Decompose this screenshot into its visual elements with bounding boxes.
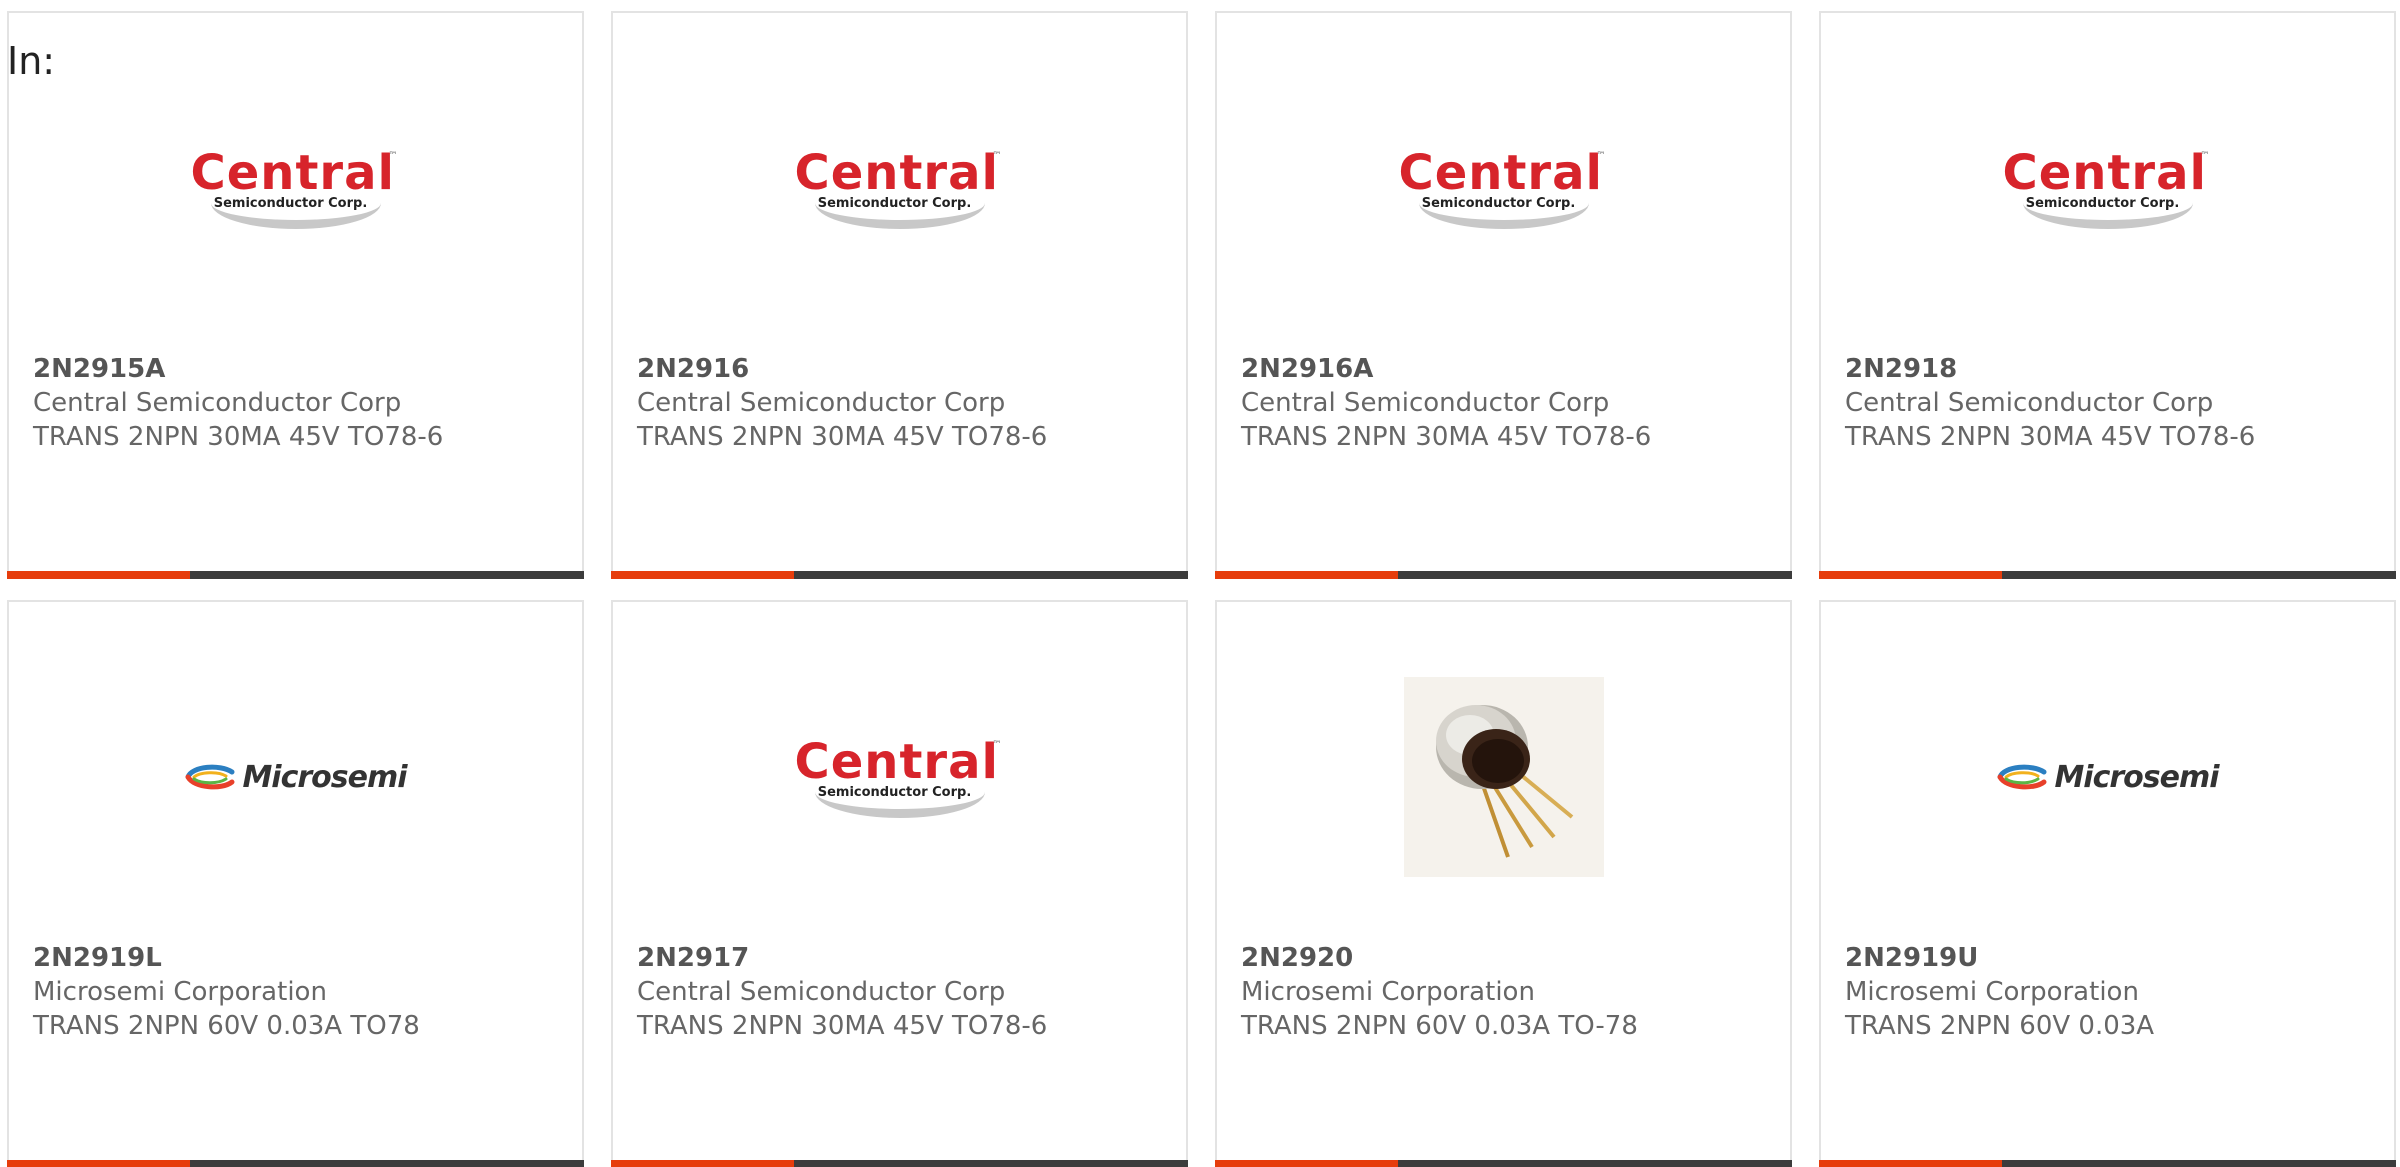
card-bottom-bar (7, 571, 584, 579)
part-number[interactable]: 2N2917 (637, 941, 1166, 975)
part-number[interactable]: 2N2919L (33, 941, 562, 975)
description: TRANS 2NPN 60V 0.03A (1845, 1011, 2155, 1041)
central-semiconductor-logo: Central ™ Semiconductor Corp. (2003, 147, 2213, 229)
manufacturer: Central Semiconductor Corp (637, 977, 1006, 1007)
card-bottom-bar (7, 1160, 584, 1167)
card-bottom-bar (1819, 571, 2396, 579)
description: TRANS 2NPN 30MA 45V TO78-6 (1241, 422, 1652, 452)
transistor-photo (1403, 677, 1604, 877)
card-bottom-bar (1215, 571, 1792, 579)
description: TRANS 2NPN 30MA 45V TO78-6 (1845, 422, 2256, 452)
product-card[interactable]: Microsemi 2N2919L Microsemi Corporation … (7, 600, 584, 1167)
manufacturer: Central Semiconductor Corp (33, 388, 402, 418)
part-number[interactable]: 2N2918 (1845, 352, 2374, 386)
part-number[interactable]: 2N2919U (1845, 941, 2374, 975)
card-accent-bar (611, 571, 794, 579)
product-image: Central ™ Semiconductor Corp. (613, 662, 1186, 892)
part-number[interactable]: 2N2916 (637, 352, 1166, 386)
card-bottom-bar (611, 1160, 1188, 1167)
manufacturer: Microsemi Corporation (1241, 977, 1535, 1007)
manufacturer: Microsemi Corporation (33, 977, 327, 1007)
part-number[interactable]: 2N2915A (33, 352, 562, 386)
product-card[interactable]: Central ™ Semiconductor Corp. 2N2917 Cen… (611, 600, 1188, 1167)
central-semiconductor-logo: Central ™ Semiconductor Corp. (1399, 147, 1609, 229)
card-bottom-bar (1819, 1160, 2396, 1167)
product-grid-page: In: Central ™ Semiconductor Corp. 2N2915… (0, 0, 2400, 1167)
product-image: Microsemi (1821, 662, 2394, 892)
manufacturer: Microsemi Corporation (1845, 977, 2139, 1007)
product-card[interactable]: Central ™ Semiconductor Corp. 2N2918 Cen… (1819, 11, 2396, 579)
description: TRANS 2NPN 30MA 45V TO78-6 (33, 422, 444, 452)
product-card[interactable]: Central ™ Semiconductor Corp. 2N2916 Cen… (611, 11, 1188, 579)
central-semiconductor-logo: Central ™ Semiconductor Corp. (795, 736, 1005, 818)
card-accent-bar (1215, 571, 1398, 579)
part-number[interactable]: 2N2920 (1241, 941, 1770, 975)
card-accent-bar (1819, 571, 2002, 579)
description: TRANS 2NPN 60V 0.03A TO-78 (1241, 1011, 1638, 1041)
product-card[interactable]: Microsemi 2N2919U Microsemi Corporation … (1819, 600, 2396, 1167)
card-accent-bar (7, 1160, 190, 1167)
card-accent-bar (1215, 1160, 1398, 1167)
card-accent-bar (1819, 1160, 2002, 1167)
central-semiconductor-logo: Central ™ Semiconductor Corp. (191, 147, 401, 229)
microsemi-mark-icon (1997, 764, 2047, 790)
microsemi-mark-icon (185, 764, 235, 790)
microsemi-logo: Microsemi (1996, 760, 2220, 795)
part-number[interactable]: 2N2916A (1241, 352, 1770, 386)
product-card[interactable]: Central ™ Semiconductor Corp. 2N2916A Ce… (1215, 11, 1792, 579)
product-image: Central ™ Semiconductor Corp. (1821, 73, 2394, 303)
product-image: Central ™ Semiconductor Corp. (1217, 73, 1790, 303)
central-semiconductor-logo: Central ™ Semiconductor Corp. (795, 147, 1005, 229)
in-label: In: (7, 39, 56, 83)
product-image: Central ™ Semiconductor Corp. (613, 73, 1186, 303)
product-card[interactable]: Central ™ Semiconductor Corp. 2N2915A Ce… (7, 11, 584, 579)
manufacturer: Central Semiconductor Corp (1241, 388, 1610, 418)
product-card[interactable]: 2N2920 Microsemi Corporation TRANS 2NPN … (1215, 600, 1792, 1167)
manufacturer: Central Semiconductor Corp (1845, 388, 2214, 418)
product-image: Microsemi (9, 662, 582, 892)
manufacturer: Central Semiconductor Corp (637, 388, 1006, 418)
product-image (1217, 662, 1790, 892)
card-bottom-bar (1215, 1160, 1792, 1167)
description: TRANS 2NPN 60V 0.03A TO78 (33, 1011, 420, 1041)
card-bottom-bar (611, 571, 1188, 579)
description: TRANS 2NPN 30MA 45V TO78-6 (637, 1011, 1048, 1041)
product-image: Central ™ Semiconductor Corp. (9, 73, 582, 303)
description: TRANS 2NPN 30MA 45V TO78-6 (637, 422, 1048, 452)
card-accent-bar (611, 1160, 794, 1167)
card-accent-bar (7, 571, 190, 579)
microsemi-logo: Microsemi (184, 760, 408, 795)
